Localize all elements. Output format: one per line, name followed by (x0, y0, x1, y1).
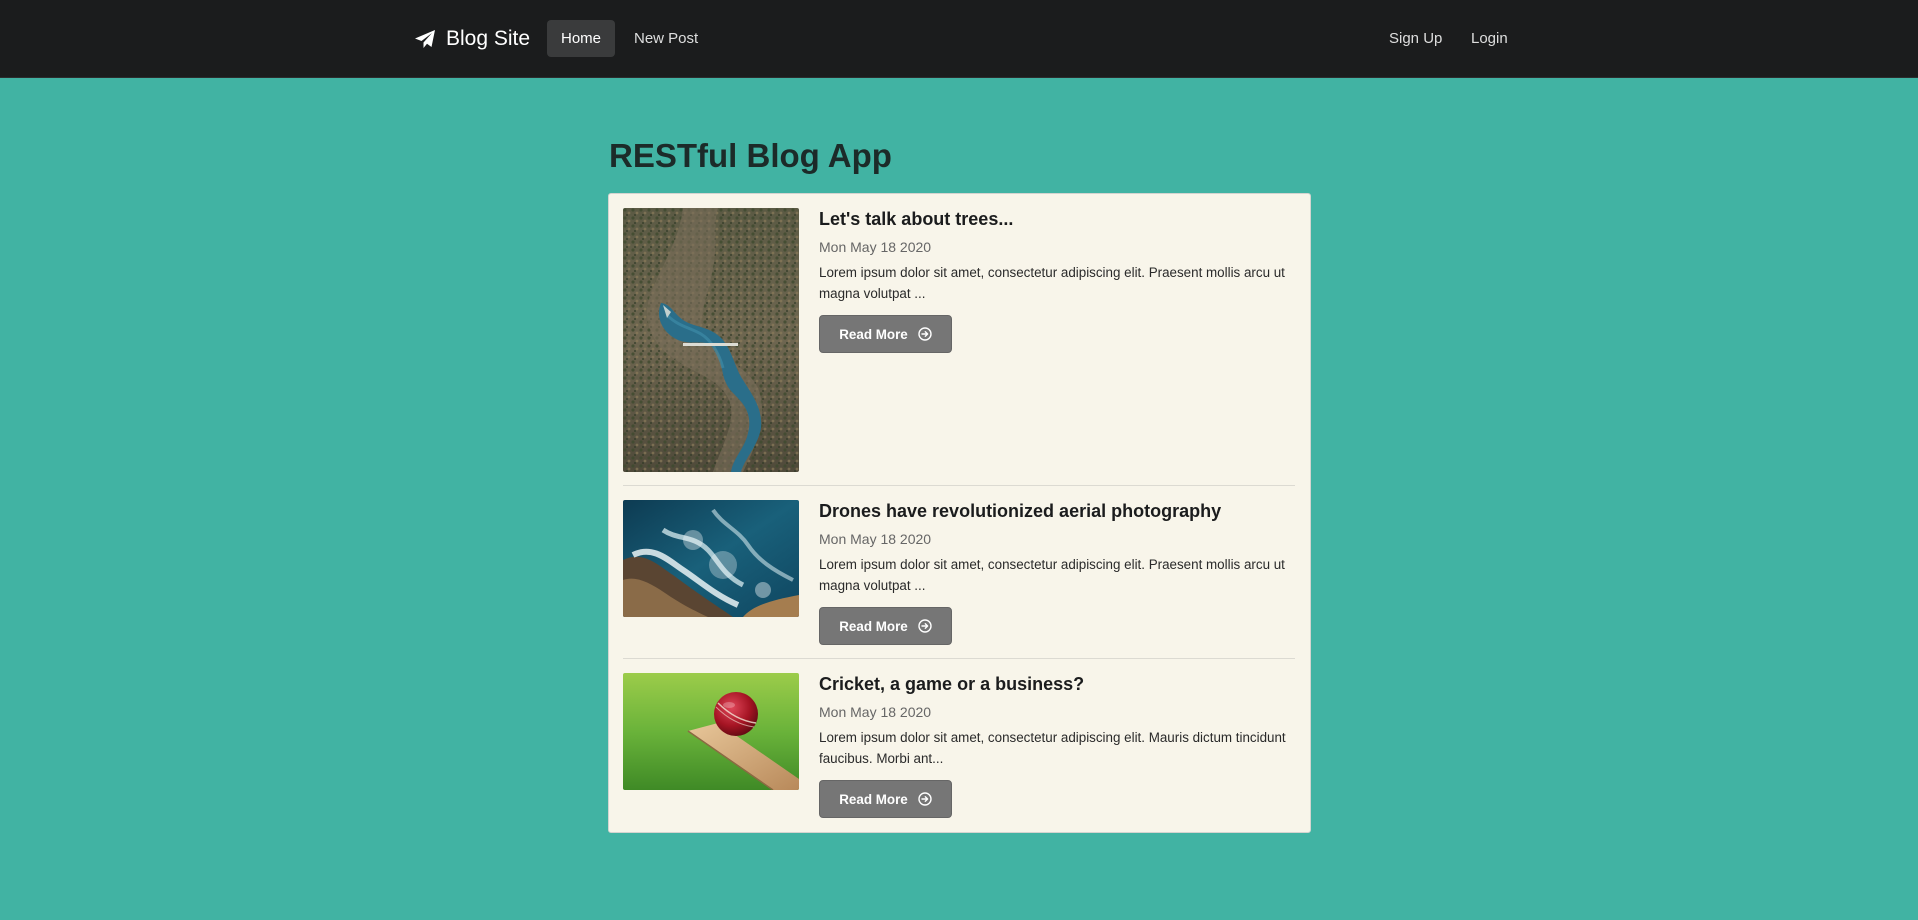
post-content: Let's talk about trees... Mon May 18 202… (819, 208, 1295, 353)
read-more-button[interactable]: Read More (819, 780, 952, 818)
read-more-button[interactable]: Read More (819, 607, 952, 645)
brand-link[interactable]: Blog Site (414, 0, 530, 78)
post-excerpt: Lorem ipsum dolor sit amet, consectetur … (819, 730, 1286, 766)
post-title[interactable]: Cricket, a game or a business? (819, 673, 1295, 695)
post-date: Mon May 18 2020 (819, 531, 932, 547)
post-content: Cricket, a game or a business? Mon May 1… (819, 673, 1295, 818)
arrow-circle-right-icon (918, 792, 932, 806)
post-excerpt: Lorem ipsum dolor sit amet, consectetur … (819, 557, 1285, 593)
post-title[interactable]: Drones have revolutionized aerial photog… (819, 500, 1295, 522)
aerial-ocean-coast-image[interactable] (623, 500, 799, 617)
arrow-circle-right-icon (918, 619, 932, 633)
post-excerpt: Lorem ipsum dolor sit amet, consectetur … (819, 265, 1285, 301)
posts-card: Let's talk about trees... Mon May 18 202… (608, 193, 1311, 833)
navbar-container: Blog Site Home New Post Sign Up Login (408, 0, 1510, 78)
page-title: RESTful Blog App (609, 137, 892, 174)
read-more-button[interactable]: Read More (819, 315, 952, 353)
nav-new-post[interactable]: New Post (620, 20, 712, 57)
post-item: Cricket, a game or a business? Mon May 1… (623, 673, 1295, 820)
aerial-forest-river-image[interactable] (623, 208, 799, 472)
top-navbar: Blog Site Home New Post Sign Up Login (0, 0, 1918, 78)
cricket-ball-bat-image[interactable] (623, 673, 799, 790)
arrow-circle-right-icon (918, 327, 932, 341)
post-item: Drones have revolutionized aerial photog… (623, 500, 1295, 645)
post-date: Mon May 18 2020 (819, 239, 932, 255)
post-item: Let's talk about trees... Mon May 18 202… (623, 208, 1295, 472)
paper-plane-icon (414, 29, 436, 49)
nav-sign-up[interactable]: Sign Up (1375, 20, 1456, 57)
post-divider (623, 485, 1295, 486)
nav-login[interactable]: Login (1457, 20, 1522, 57)
nav-home[interactable]: Home (547, 20, 616, 57)
post-divider (623, 658, 1295, 659)
read-more-label: Read More (839, 326, 908, 342)
read-more-label: Read More (839, 791, 908, 807)
brand-label: Blog Site (446, 27, 531, 50)
post-title[interactable]: Let's talk about trees... (819, 208, 1295, 230)
post-content: Drones have revolutionized aerial photog… (819, 500, 1295, 645)
post-date: Mon May 18 2020 (819, 704, 932, 720)
read-more-label: Read More (839, 618, 908, 634)
